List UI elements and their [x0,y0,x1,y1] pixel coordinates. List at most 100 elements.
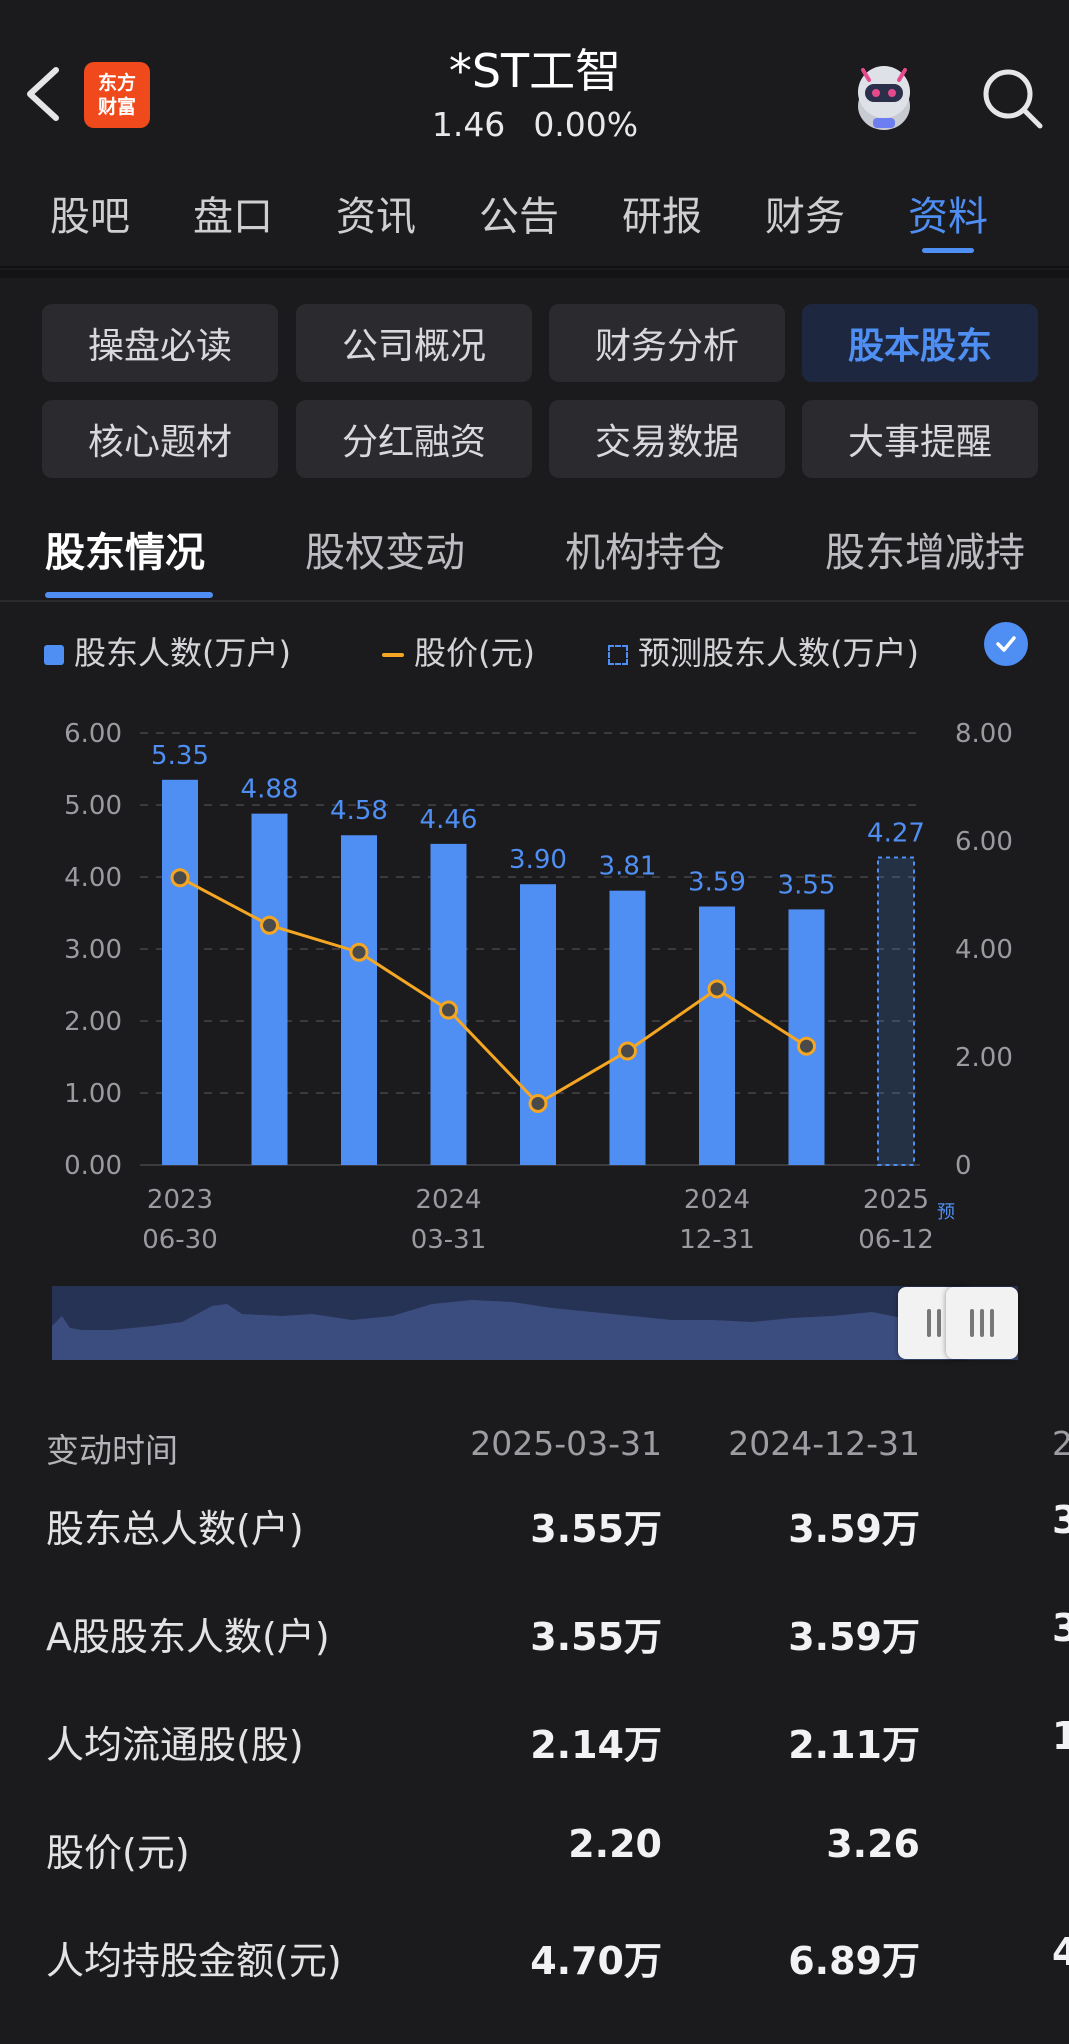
bar-forecast [877,856,915,1166]
x-axis-tick-year: 2023 [147,1185,213,1215]
search-icon[interactable] [978,64,1048,134]
legend-holders-label: 股东人数(万户) [74,634,291,672]
stock-price: 1.46 [431,105,506,144]
y-axis-left-tick: 4.00 [64,863,122,893]
stock-quote: 1.46 0.00% [300,104,770,146]
category-company-overview[interactable]: 公司概况 [296,304,532,382]
y-axis-left-tick: 1.00 [64,1079,122,1109]
tab-profile[interactable]: 资料 [908,169,988,265]
category-dividends-financing[interactable]: 分红融资 [296,400,532,478]
forecast-tag: 预 [937,1202,955,1223]
row-label: 股价(元) [46,1831,190,1875]
tab-holder-increase-decrease[interactable]: 股东增减持 [825,520,1025,578]
price-point [618,1041,637,1061]
scroller-handle-right[interactable] [946,1287,1018,1359]
x-axis-tick-year: 2024 [415,1185,481,1215]
stock-name: *ST工智 [448,44,622,98]
row-value: 4 [1052,1930,1069,1974]
shareholder-chart: 6.00 5.00 4.00 3.00 2.00 1.00 0.00 8.00 6.00 4.00… [0,700,1069,1260]
x-axis-tick-date: 06-30 [142,1225,218,1255]
category-trading-guide[interactable]: 操盘必读 [42,304,278,382]
row-value: 1 [1052,1714,1069,1758]
bar-shareholders [699,906,735,1165]
robot-assistant-icon[interactable] [843,56,925,138]
column-header: 2024-12-31 [728,1424,920,1463]
bar-shareholders [251,813,288,1165]
tab-guba[interactable]: 股吧 [50,169,130,265]
stock-title: *ST工智 1.46 0.00% [300,40,770,146]
active-tab-underline [45,592,213,598]
tab-announcements[interactable]: 公告 [479,169,559,265]
logo-text-line1: 东方 [97,72,136,94]
row-value: 3.55万 [530,1615,662,1659]
bar-shareholders [341,835,377,1165]
tab-shareholder-status[interactable]: 股东情况 [45,520,205,578]
category-trading-data[interactable]: 交易数据 [549,400,785,478]
row-value: 4.70万 [530,1939,662,1983]
row-value: 2.20 [568,1822,662,1866]
price-point [170,868,190,888]
row-label: A股股东人数(户) [46,1615,330,1659]
row-value: 2.11万 [788,1723,920,1767]
tab-pankou[interactable]: 盘口 [193,169,273,265]
chart-svg: 6.00 5.00 4.00 3.00 2.00 1.00 0.00 8.00 6.00 4.00… [64,719,1013,1255]
row-value: 3.59万 [788,1507,920,1551]
legend-holders[interactable]: 股东人数(万户) [44,628,291,674]
bar-shareholders [520,884,556,1165]
main-tabs: 股吧 盘口 资讯 公告 研报 财务 资料 [0,168,1069,268]
logo-text-line2: 财富 [97,96,136,118]
legend-forecast[interactable]: 预测股东人数(万户) [608,628,919,674]
bar-data-label: 5.35 [151,741,209,771]
bar-data-label: 4.88 [241,775,299,805]
x-axis-tick-date: 12-31 [679,1225,755,1255]
y-axis-left-tick: 3.00 [64,935,122,965]
y-axis-right-tick: 8.00 [955,719,1013,749]
table-row: A股股东人数(户) 3.55万 3.59万 3 [0,1606,1069,1706]
category-core-themes[interactable]: 核心题材 [42,400,278,478]
table-header: 变动时间 2025-03-31 2024-12-31 2024- [0,1410,1069,1510]
tab-finance[interactable]: 财务 [765,169,845,265]
price-point [349,942,369,962]
category-events[interactable]: 大事提醒 [802,400,1038,478]
x-axis-tick-date: 03-31 [411,1225,487,1255]
y-axis-right-tick: 6.00 [955,827,1013,857]
y-axis-right-tick: 0 [955,1151,972,1181]
table-row: 股价(元) 2.20 3.26 [0,1822,1069,1922]
row-label: 人均持股金额(元) [46,1939,342,1983]
shareholder-table: 变动时间 2025-03-31 2024-12-31 2024- 股东总人数(户… [0,1410,1069,2044]
range-scroller[interactable] [52,1286,1018,1360]
price-point [439,1000,458,1020]
legend-price[interactable]: 股价(元) [382,628,535,674]
bar-shareholders [609,890,646,1165]
price-point [797,1036,816,1056]
category-capital-shareholders[interactable]: 股本股东 [802,304,1038,382]
bar-shareholders [162,779,198,1165]
tab-research[interactable]: 研报 [622,169,702,265]
price-point [528,1093,548,1113]
price-point [260,915,279,935]
bar-data-label: 4.46 [420,805,478,835]
row-label: 人均流通股(股) [46,1723,304,1767]
price-point [707,979,727,999]
legend-bar-swatch [44,645,64,665]
bar-data-label: 3.90 [509,845,567,875]
app-logo[interactable]: 东方 财富 [84,62,150,128]
y-axis-right-tick: 4.00 [955,935,1013,965]
back-chevron-icon[interactable] [18,62,70,126]
x-axis-tick-year: 2024 [684,1185,750,1215]
checkmark-icon[interactable] [984,622,1028,666]
chart-legend: 股东人数(万户) 股价(元) 预测股东人数(万户) [44,620,1044,676]
category-financial-analysis[interactable]: 财务分析 [549,304,785,382]
tab-news[interactable]: 资讯 [336,169,416,265]
column-header-date: 变动时间 [46,1431,178,1470]
tab-institution-holdings[interactable]: 机构持仓 [565,520,725,578]
table-row: 人均流通股(股) 2.14万 2.11万 1 [0,1714,1069,1814]
tab-equity-change[interactable]: 股权变动 [305,520,465,578]
section-divider [0,270,1069,278]
bar-data-label: 3.59 [688,868,746,898]
column-header: 2024- [1052,1424,1069,1463]
bar-data-label: 3.81 [599,852,657,882]
legend-line-swatch [382,653,404,657]
row-value: 2.14万 [530,1723,662,1767]
y-axis-right-tick: 2.00 [955,1043,1013,1073]
